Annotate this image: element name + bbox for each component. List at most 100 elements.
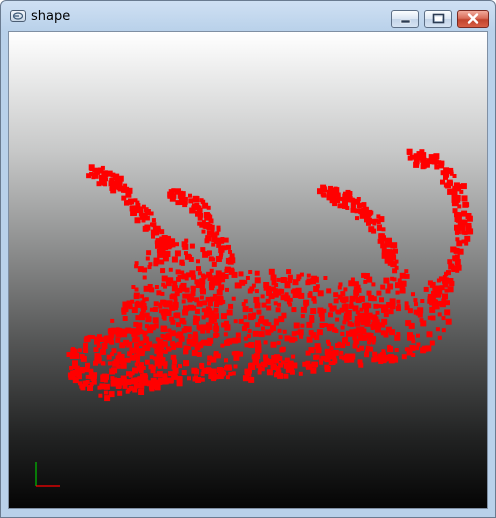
point	[153, 373, 158, 378]
point	[346, 330, 352, 337]
point	[416, 342, 421, 347]
point	[135, 300, 140, 305]
point	[387, 346, 394, 353]
point	[169, 294, 175, 300]
point	[131, 285, 136, 289]
point	[429, 340, 435, 346]
point	[435, 285, 442, 292]
point	[194, 344, 201, 351]
maximize-button[interactable]	[424, 10, 452, 28]
point	[142, 275, 147, 280]
point	[187, 254, 192, 260]
point	[179, 200, 185, 205]
point	[122, 383, 128, 389]
point	[389, 329, 396, 336]
point	[345, 206, 350, 210]
point	[113, 359, 119, 365]
point	[107, 361, 112, 366]
point	[371, 314, 378, 321]
render-viewport[interactable]	[8, 31, 488, 509]
minimize-button[interactable]	[391, 10, 419, 28]
point	[395, 290, 400, 295]
point	[207, 355, 213, 361]
point	[93, 347, 99, 353]
point	[221, 313, 227, 320]
point	[247, 329, 252, 334]
point	[139, 314, 145, 321]
point	[154, 285, 159, 289]
point	[298, 371, 303, 376]
point	[142, 333, 147, 337]
point	[460, 183, 467, 190]
point	[206, 213, 211, 219]
point	[371, 282, 376, 287]
point	[243, 336, 248, 341]
point	[201, 308, 206, 313]
point	[383, 277, 390, 284]
point	[355, 297, 362, 304]
point	[122, 316, 128, 321]
point	[364, 352, 370, 358]
point	[320, 192, 325, 197]
point	[404, 273, 410, 279]
point	[457, 204, 462, 209]
point	[217, 281, 221, 286]
point	[326, 323, 332, 329]
point-cloud-canvas[interactable]	[9, 32, 487, 508]
point	[146, 380, 153, 387]
point	[154, 259, 160, 265]
point	[131, 208, 137, 214]
point	[339, 355, 344, 360]
point	[160, 239, 166, 245]
point	[261, 326, 265, 331]
point	[152, 307, 158, 312]
point	[209, 268, 214, 273]
point	[153, 343, 159, 349]
point	[354, 208, 360, 214]
point	[415, 311, 420, 316]
point	[441, 316, 446, 321]
axis-indicator	[35, 462, 60, 487]
point	[165, 333, 172, 340]
point	[197, 221, 202, 226]
point	[282, 277, 288, 283]
point	[111, 377, 118, 384]
point	[171, 256, 178, 263]
point	[378, 233, 385, 240]
point	[347, 321, 353, 327]
point	[175, 332, 182, 339]
point	[300, 323, 305, 328]
point	[382, 359, 387, 364]
point	[246, 368, 251, 373]
point	[415, 346, 420, 351]
maximize-icon	[432, 13, 445, 24]
point	[180, 270, 185, 275]
point	[292, 279, 299, 286]
point	[208, 374, 214, 379]
point	[194, 316, 200, 322]
point	[415, 161, 420, 166]
close-button[interactable]	[457, 10, 489, 28]
point	[376, 225, 382, 231]
point	[248, 308, 253, 313]
opengl-window-icon[interactable]	[10, 10, 26, 22]
point	[248, 362, 255, 369]
point	[273, 357, 280, 364]
title-bar[interactable]: shape	[1, 1, 495, 31]
point	[366, 303, 372, 309]
point	[387, 249, 393, 255]
point	[324, 364, 330, 370]
point	[459, 224, 466, 231]
point	[276, 277, 281, 282]
point	[329, 346, 334, 350]
point	[144, 312, 150, 318]
point	[191, 349, 198, 356]
point	[72, 360, 78, 367]
point	[173, 312, 178, 317]
point	[254, 302, 261, 309]
point	[467, 228, 474, 235]
point	[289, 368, 294, 373]
point	[464, 202, 470, 208]
point	[97, 385, 102, 390]
point	[413, 298, 418, 303]
